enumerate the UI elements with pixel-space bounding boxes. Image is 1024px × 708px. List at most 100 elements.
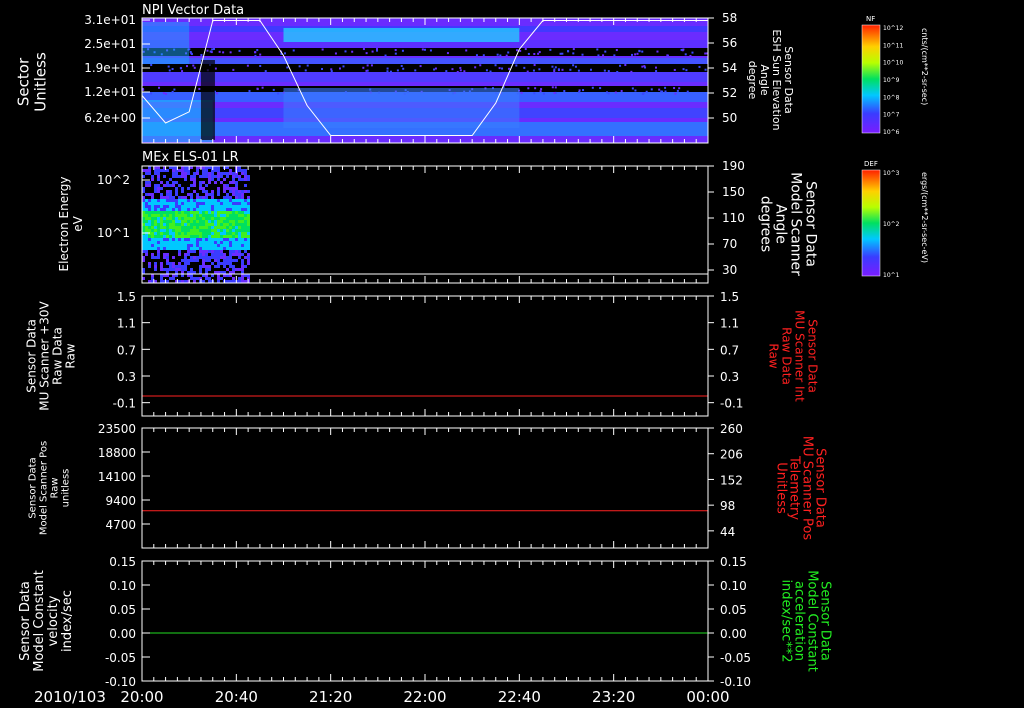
heatmap-cell xyxy=(220,235,223,238)
heatmap-cell xyxy=(214,217,217,220)
heatmap-cell xyxy=(160,187,163,190)
heatmap-cell xyxy=(181,223,184,226)
heatmap-cell xyxy=(247,214,250,217)
heatmap-cell xyxy=(235,250,238,253)
heatmap-cell xyxy=(226,238,229,241)
heatmap-cell xyxy=(187,259,190,262)
heatmap-cell xyxy=(211,175,214,178)
heatmap-cell xyxy=(223,178,226,181)
heatmap-cell xyxy=(208,175,211,178)
heatmap-cell xyxy=(175,229,178,232)
heatmap-cell xyxy=(157,256,160,259)
heatmap-cell xyxy=(527,52,530,55)
heatmap-cell xyxy=(523,66,526,69)
heatmap-cell xyxy=(187,211,190,214)
heatmap-cell xyxy=(181,265,184,268)
heatmap-cell xyxy=(284,52,287,55)
heatmap-cell xyxy=(229,265,232,268)
heatmap-cell xyxy=(220,172,223,175)
heatmap-cell xyxy=(148,247,151,250)
heatmap-cell xyxy=(187,235,190,238)
heatmap-cell xyxy=(241,226,244,229)
heatmap-cell xyxy=(184,268,187,271)
heatmap-cell xyxy=(569,68,572,71)
heatmap-cell xyxy=(202,205,205,208)
heatmap-cell xyxy=(516,49,519,52)
axis-label-line: MU Scanner +30V xyxy=(38,301,52,411)
heatmap-cell xyxy=(421,48,424,51)
heatmap-cell xyxy=(235,220,238,223)
heatmap-cell xyxy=(241,193,244,196)
heatmap-cell xyxy=(145,250,148,253)
heatmap-cell xyxy=(232,259,235,262)
heatmap-cell xyxy=(211,178,214,181)
heatmap-cell xyxy=(205,241,208,244)
heatmap-cell xyxy=(168,69,171,72)
heatmap-cell xyxy=(148,184,151,187)
heatmap-cell xyxy=(175,220,178,223)
heatmap-cell xyxy=(202,175,205,178)
heatmap-cell xyxy=(238,223,241,226)
y-tick-label: 4700 xyxy=(105,518,136,532)
heatmap-cell xyxy=(244,232,247,235)
colorbar-tick-label: 10^1 xyxy=(883,272,900,279)
heatmap-cell xyxy=(199,268,202,271)
heatmap-cell xyxy=(199,220,202,223)
heatmap-cell xyxy=(247,235,250,238)
x-tick-label: 22:00 xyxy=(403,688,446,706)
heatmap-cell xyxy=(217,238,220,241)
heatmap-cell xyxy=(169,202,172,205)
heatmap-cell xyxy=(394,49,397,52)
heatmap-cell xyxy=(539,90,542,93)
heatmap-cell xyxy=(202,235,205,238)
heatmap-cell xyxy=(211,190,214,193)
heatmap-cell xyxy=(217,178,220,181)
heatmap-cell xyxy=(193,208,196,211)
heatmap-cell xyxy=(196,244,199,247)
heatmap-cell xyxy=(232,202,235,205)
heatmap-cell xyxy=(223,202,226,205)
heatmap-cell xyxy=(507,51,510,54)
heatmap-cell xyxy=(247,175,250,178)
heatmap-cell xyxy=(366,64,369,67)
heatmap-cell xyxy=(223,253,226,256)
heatmap-cell xyxy=(376,49,379,52)
colorbar-tick-label: 10^2 xyxy=(883,221,900,228)
heatmap-cell xyxy=(211,214,214,217)
heatmap-cell xyxy=(202,226,205,229)
heatmap-cell xyxy=(520,91,523,94)
heatmap-cell xyxy=(247,253,250,256)
heatmap-cell xyxy=(187,229,190,232)
heatmap-cell xyxy=(160,208,163,211)
colorbar-gradient xyxy=(861,169,881,277)
heatmap-cell xyxy=(169,268,172,271)
heatmap-cell xyxy=(232,190,235,193)
heatmap-cell xyxy=(151,208,154,211)
heatmap-cell xyxy=(489,70,492,73)
heatmap-cell xyxy=(166,223,169,226)
heatmap-cell xyxy=(232,265,235,268)
heatmap-cell xyxy=(169,178,172,181)
heatmap-cell xyxy=(190,205,193,208)
heatmap-cell xyxy=(589,68,592,71)
heatmap-cell xyxy=(199,244,202,247)
heatmap-cell xyxy=(229,232,232,235)
heatmap-cell xyxy=(190,277,193,280)
heatmap-cell xyxy=(202,265,205,268)
heatmap-cell xyxy=(256,87,259,90)
heatmap-cell xyxy=(184,217,187,220)
heatmap-cell xyxy=(151,217,154,220)
heatmap-cell xyxy=(217,214,220,217)
heatmap-cell xyxy=(217,262,220,265)
heatmap-cell xyxy=(145,199,148,202)
heatmap-cell xyxy=(175,226,178,229)
heatmap-cell xyxy=(193,205,196,208)
heatmap-cell xyxy=(223,220,226,223)
x-tick-label: 21:20 xyxy=(309,688,352,706)
heatmap-cell xyxy=(162,92,165,95)
y-right-tick-label: 52 xyxy=(722,86,737,100)
heatmap-cell xyxy=(229,211,232,214)
heatmap-cell xyxy=(205,250,208,253)
y-right-tick-labels: 190 150 110 70 30 xyxy=(708,159,745,277)
heatmap-cell xyxy=(505,54,508,57)
